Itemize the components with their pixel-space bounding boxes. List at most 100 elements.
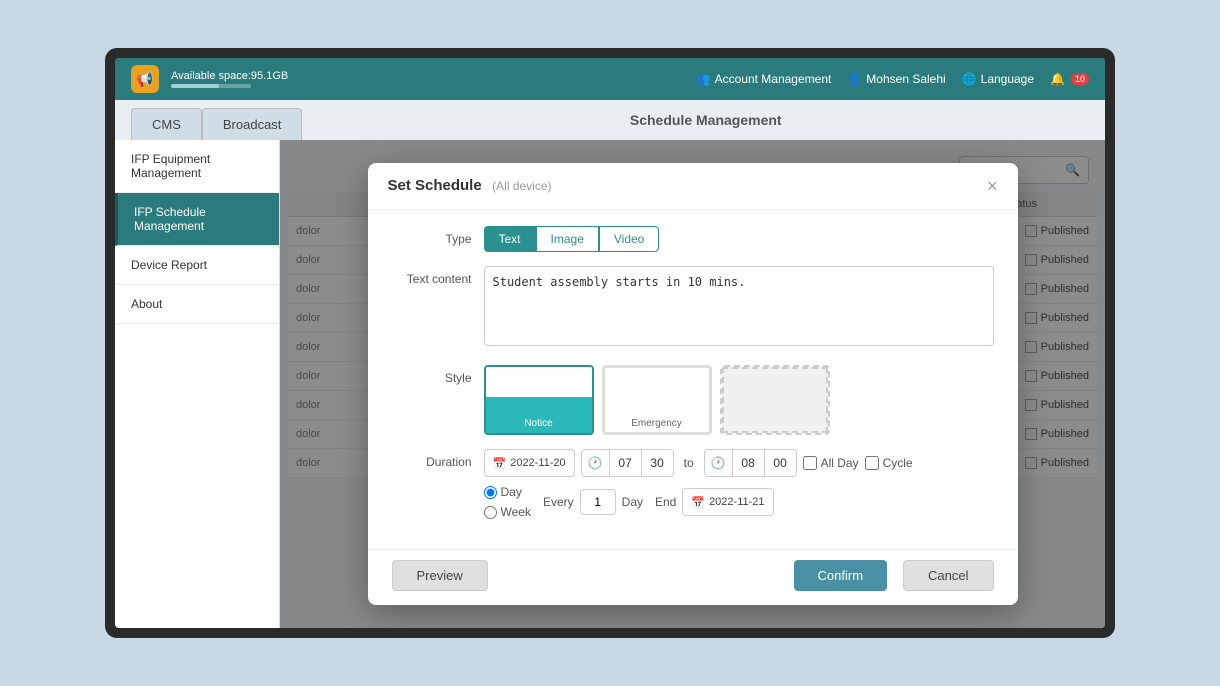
cycle-checkbox-label[interactable]: Cycle <box>865 456 913 470</box>
start-date-input[interactable]: 📅 2022-11-20 <box>484 449 575 477</box>
end-date-input[interactable]: 📅 2022-11-21 <box>682 488 773 516</box>
every-unit-label: Day <box>622 495 643 509</box>
language-nav[interactable]: 🌐 Language <box>962 72 1034 86</box>
start-hour-input[interactable] <box>609 450 641 476</box>
week-radio[interactable] <box>484 506 497 519</box>
confirm-button[interactable]: Confirm <box>794 560 888 591</box>
clock-icon-end: 🕐 <box>705 456 732 470</box>
sidebar: IFP Equipment Management IFP Schedule Ma… <box>115 140 280 628</box>
laptop-frame: 📢 Available space:95.1GB 👥 Account Manag… <box>105 48 1115 638</box>
header-nav: 👥 Account Management 👤 Mohsen Salehi 🌐 L… <box>696 72 1089 86</box>
repeat-section: Day Week <box>484 485 994 519</box>
type-label: Type <box>392 226 472 246</box>
start-time-group: 🕐 <box>581 449 674 477</box>
globe-icon: 🌐 <box>962 72 977 86</box>
radio-group: Day Week <box>484 485 531 519</box>
week-radio-text: Week <box>501 505 531 519</box>
app-logo: 📢 <box>131 65 159 93</box>
every-value-input[interactable] <box>580 489 616 515</box>
end-hour-input[interactable] <box>732 450 764 476</box>
close-button[interactable]: × <box>987 177 998 195</box>
user-nav[interactable]: 👤 Mohsen Salehi <box>847 72 945 86</box>
storage-label: Available space:95.1GB <box>171 70 696 82</box>
top-header: 📢 Available space:95.1GB 👥 Account Manag… <box>115 58 1105 100</box>
laptop-screen: 📢 Available space:95.1GB 👥 Account Manag… <box>115 58 1105 628</box>
type-btn-video[interactable]: Video <box>599 226 659 252</box>
text-content-row: Text content Student assembly starts in … <box>392 266 994 351</box>
account-icon: 👥 <box>696 72 711 86</box>
language-label: Language <box>981 72 1034 86</box>
end-min-input[interactable] <box>764 450 796 476</box>
cancel-button[interactable]: Cancel <box>903 560 993 591</box>
content-area: Search 🔍 Status dolorPublished dolorPubl… <box>280 140 1105 628</box>
text-content-controls: Student assembly starts in 10 mins. <box>484 266 994 351</box>
modal-body: Type Text Image Video <box>368 210 1018 549</box>
style-row: Style <box>392 365 994 435</box>
type-row: Type Text Image Video <box>392 226 994 252</box>
sidebar-item-about[interactable]: About <box>115 285 279 324</box>
notification-nav[interactable]: 🔔 10 <box>1050 72 1089 86</box>
account-management-nav[interactable]: 👥 Account Management <box>696 72 832 86</box>
duration-controls: 📅 2022-11-20 🕐 <box>484 449 994 519</box>
style-options: Notice Emergency <box>484 365 994 435</box>
cycle-checkbox[interactable] <box>865 456 879 470</box>
modal-title: Set Schedule <box>388 177 482 194</box>
end-label: End <box>655 495 676 509</box>
storage-bar <box>171 84 251 88</box>
all-day-checkbox[interactable] <box>803 456 817 470</box>
end-calendar-icon: 📅 <box>691 496 705 509</box>
text-content-label: Text content <box>392 266 472 286</box>
all-day-label: All Day <box>821 456 859 470</box>
style-option-emergency[interactable]: Emergency <box>602 365 712 435</box>
sidebar-item-device-report[interactable]: Device Report <box>115 246 279 285</box>
type-controls: Text Image Video <box>484 226 994 252</box>
type-btn-image[interactable]: Image <box>536 226 599 252</box>
end-time-group: 🕐 <box>704 449 797 477</box>
tab-cms[interactable]: CMS <box>131 108 202 140</box>
sidebar-item-ifp-schedule[interactable]: IFP Schedule Management <box>115 193 279 246</box>
every-label: Every <box>543 495 574 509</box>
modal-footer: Preview Confirm Cancel <box>368 549 1018 605</box>
modal-subtitle: (All device) <box>492 179 551 193</box>
page-title: Schedule Management <box>302 108 1089 140</box>
modal-header: Set Schedule (All device) × <box>368 163 1018 210</box>
account-label: Account Management <box>715 72 832 86</box>
to-label: to <box>680 456 698 470</box>
duration-label: Duration <box>392 449 472 469</box>
bell-icon: 🔔 <box>1050 72 1065 86</box>
preview-button[interactable]: Preview <box>392 560 488 591</box>
style-option-notice[interactable]: Notice <box>484 365 594 435</box>
tab-broadcast[interactable]: Broadcast <box>202 108 303 140</box>
style-label: Style <box>392 365 472 385</box>
style-option-custom[interactable] <box>720 365 830 435</box>
set-schedule-modal: Set Schedule (All device) × Type <box>368 163 1018 605</box>
cycle-label: Cycle <box>883 456 913 470</box>
start-date-value: 2022-11-20 <box>510 457 565 469</box>
user-icon: 👤 <box>847 72 862 86</box>
day-radio[interactable] <box>484 486 497 499</box>
storage-bar-fill <box>171 84 219 88</box>
every-group: Every Day <box>543 489 643 515</box>
notification-badge: 10 <box>1071 73 1089 85</box>
notice-label: Notice <box>486 418 592 429</box>
nav-tabs: CMS Broadcast Schedule Management <box>115 100 1105 140</box>
start-min-input[interactable] <box>641 450 673 476</box>
text-content-input[interactable]: Student assembly starts in 10 mins. <box>484 266 994 346</box>
app-container: 📢 Available space:95.1GB 👥 Account Manag… <box>115 58 1105 628</box>
clock-icon: 🕐 <box>582 456 609 470</box>
end-group: End 📅 2022-11-21 <box>655 488 774 516</box>
type-btn-text[interactable]: Text <box>484 226 536 252</box>
day-radio-label[interactable]: Day <box>484 485 531 499</box>
week-radio-label[interactable]: Week <box>484 505 531 519</box>
calendar-icon: 📅 <box>493 457 507 470</box>
end-date-value: 2022-11-21 <box>709 496 764 508</box>
all-day-checkbox-label[interactable]: All Day <box>803 456 859 470</box>
duration-inputs: 📅 2022-11-20 🕐 <box>484 449 994 477</box>
day-radio-text: Day <box>501 485 522 499</box>
sidebar-item-ifp-equipment[interactable]: IFP Equipment Management <box>115 140 279 193</box>
style-controls: Notice Emergency <box>484 365 994 435</box>
type-button-group: Text Image Video <box>484 226 994 252</box>
main-content: IFP Equipment Management IFP Schedule Ma… <box>115 140 1105 628</box>
modal-title-group: Set Schedule (All device) <box>388 177 552 195</box>
user-label: Mohsen Salehi <box>866 72 945 86</box>
